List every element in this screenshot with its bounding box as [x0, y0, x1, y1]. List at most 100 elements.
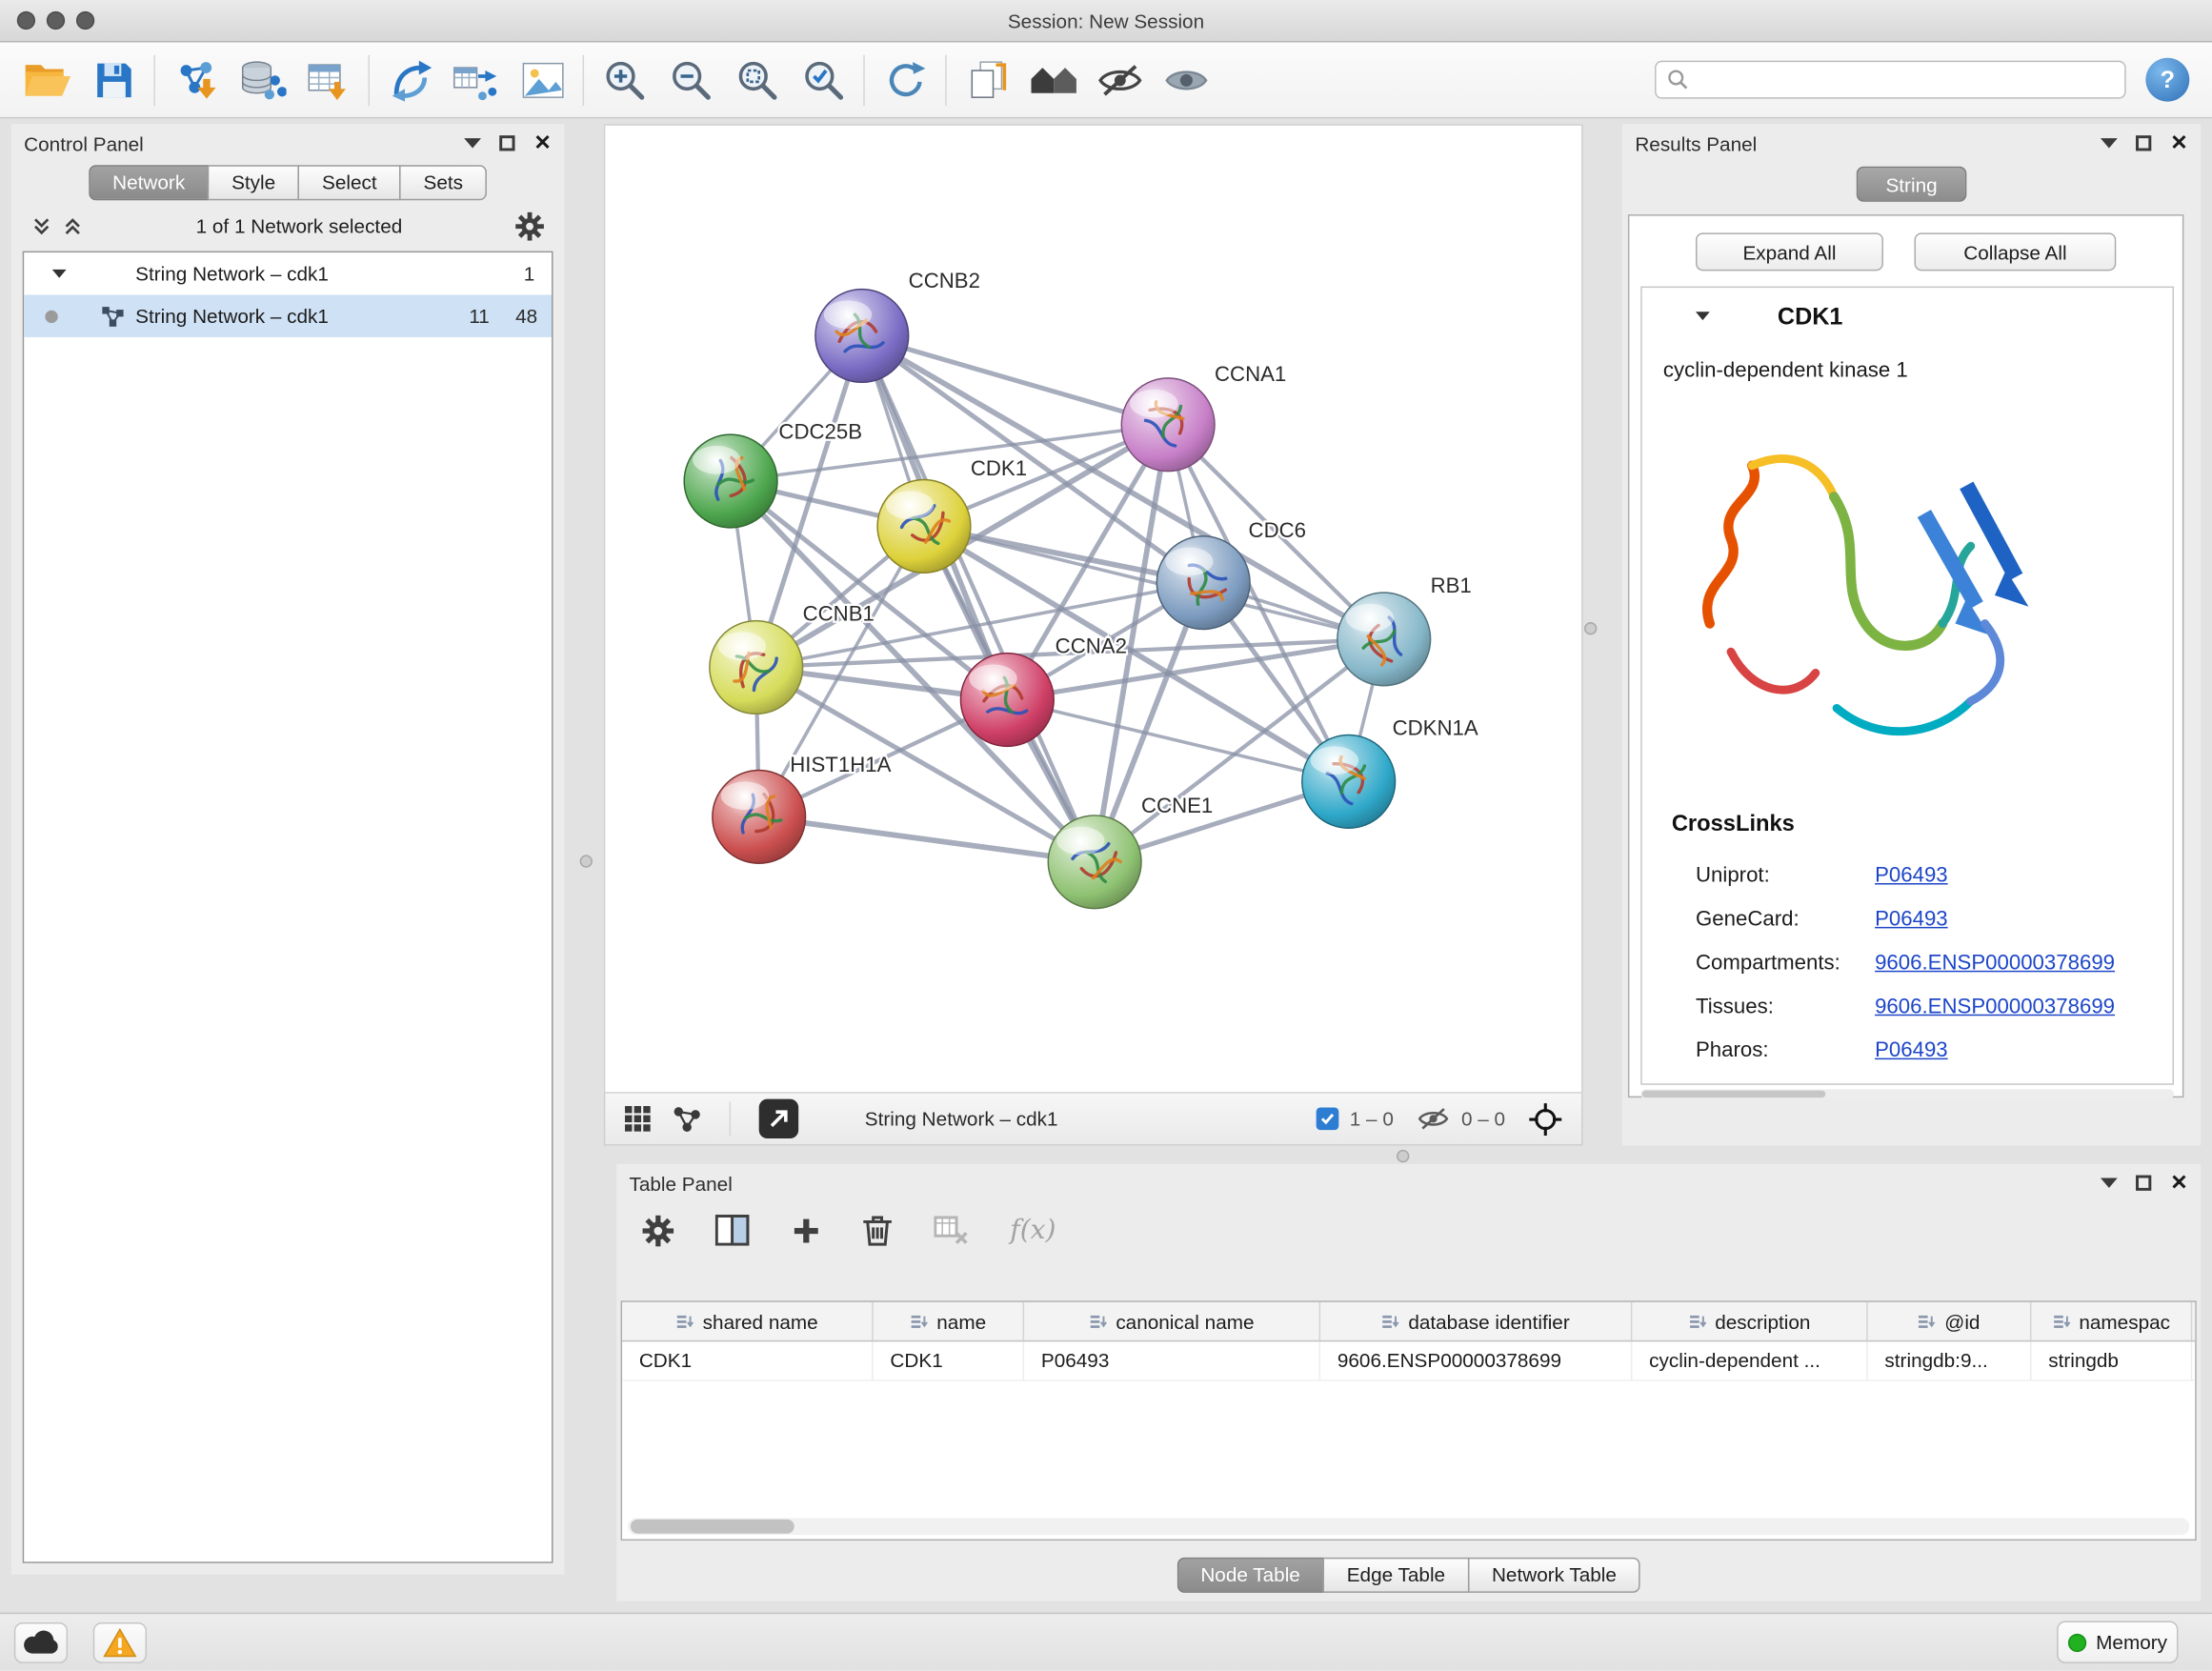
zoom-selected-button[interactable] [790, 49, 856, 111]
delete-row-icon[interactable] [862, 1214, 894, 1248]
expand-all-icon[interactable] [62, 215, 83, 236]
column-header-shared-name[interactable]: shared name [622, 1302, 874, 1340]
column-header-database-identifier[interactable]: database identifier [1320, 1302, 1632, 1340]
tab-select[interactable]: Select [298, 165, 401, 200]
panel-menu-icon[interactable] [2101, 1178, 2119, 1188]
node-CCNB1[interactable] [710, 621, 803, 715]
node-CCNA2[interactable] [960, 654, 1054, 747]
edge-CCNB2-CCNE1[interactable] [862, 335, 1095, 861]
search-input[interactable] [1697, 70, 2113, 91]
show-all-button[interactable] [1153, 49, 1219, 111]
edge-HIST1H1A-CCNE1[interactable] [759, 816, 1095, 861]
clone-network-button[interactable] [954, 49, 1020, 111]
close-panel-icon[interactable]: ✕ [2170, 132, 2188, 153]
birdseye-view-icon[interactable] [673, 1105, 701, 1132]
tab-network[interactable]: Network [89, 165, 209, 200]
selected-checkbox-icon[interactable] [1316, 1107, 1338, 1130]
minimize-window-button[interactable] [47, 11, 65, 30]
column-header--id[interactable]: @id [1868, 1302, 2032, 1340]
scrollbar-thumb[interactable] [631, 1520, 794, 1534]
node-CDC6[interactable] [1156, 536, 1250, 630]
gear-icon[interactable] [642, 1214, 674, 1246]
hide-selected-button[interactable] [1086, 49, 1153, 111]
create-column-icon[interactable] [715, 1215, 751, 1246]
gear-icon[interactable] [515, 211, 545, 240]
tab-sets[interactable]: Sets [399, 165, 487, 200]
crosslink-link[interactable]: P06493 [1875, 1038, 1948, 1062]
hidden-eye-icon[interactable] [1417, 1106, 1451, 1132]
tab-node-table[interactable]: Node Table [1176, 1558, 1324, 1593]
export-image-button[interactable] [510, 49, 576, 111]
add-row-icon[interactable] [792, 1216, 821, 1245]
edge-CCNB2-CCNA1[interactable] [862, 335, 1168, 424]
node-CCNA1[interactable] [1121, 378, 1215, 472]
table-cell[interactable]: 9606.ENSP00000378699 [1320, 1341, 1632, 1379]
grid-icon[interactable] [624, 1105, 653, 1134]
close-panel-icon[interactable]: ✕ [2170, 1173, 2188, 1194]
network-view[interactable]: CCNB2CCNA1CDC25BCDK1CDC6RB1CCNB1CCNA2CDK… [604, 124, 1583, 1093]
crosslink-link[interactable]: P06493 [1875, 863, 1948, 887]
import-network-from-file-button[interactable] [162, 49, 229, 111]
table-cell[interactable]: stringdb:9... [1868, 1341, 2032, 1379]
column-header-name[interactable]: name [874, 1302, 1024, 1340]
network-canvas[interactable]: CCNB2CCNA1CDC25BCDK1CDC6RB1CCNB1CCNA2CDK… [605, 126, 1581, 1092]
import-network-from-database-button[interactable] [229, 49, 295, 111]
table-row[interactable]: CDK1CDK1P064939606.ENSP00000378699cyclin… [622, 1341, 2195, 1380]
node-HIST1H1A[interactable] [713, 771, 806, 864]
collection-expand-caret-icon[interactable] [52, 270, 67, 278]
tab-edge-table[interactable]: Edge Table [1323, 1558, 1470, 1593]
tab-style[interactable]: Style [208, 165, 299, 200]
scrollbar-thumb[interactable] [1642, 1091, 1826, 1097]
float-panel-icon[interactable] [2137, 135, 2152, 151]
tab-string[interactable]: String [1857, 167, 1967, 202]
node-CCNB2[interactable] [815, 290, 909, 383]
zoom-out-button[interactable] [657, 49, 724, 111]
network-row[interactable]: String Network – cdk1 11 48 [24, 294, 552, 336]
zoom-fit-button[interactable] [724, 49, 791, 111]
float-panel-icon[interactable] [2137, 1176, 2152, 1191]
node-CCNE1[interactable] [1048, 815, 1141, 909]
crosslink-link[interactable]: 9606.ENSP00000378699 [1875, 995, 2115, 1018]
open-in-window-button[interactable] [759, 1099, 798, 1138]
right-splitter-handle[interactable] [1584, 622, 1597, 634]
open-session-button[interactable] [14, 49, 81, 111]
save-session-button[interactable] [80, 49, 147, 111]
cloud-status-button[interactable] [14, 1621, 68, 1662]
node-CDC25B[interactable] [684, 434, 777, 528]
memory-button[interactable]: Memory [2057, 1621, 2178, 1663]
network-collection-row[interactable]: String Network – cdk1 1 [24, 252, 552, 294]
node-CDKN1A[interactable] [1302, 735, 1396, 829]
panel-menu-icon[interactable] [465, 138, 482, 148]
node-CDK1[interactable] [877, 479, 971, 573]
warnings-button[interactable] [93, 1621, 147, 1662]
crosshair-icon[interactable] [1528, 1101, 1563, 1137]
refresh-view-button[interactable] [872, 49, 938, 111]
table-cell[interactable]: cyclin-dependent ... [1632, 1341, 1867, 1379]
column-header-namespac[interactable]: namespac [2031, 1302, 2192, 1340]
function-builder-button[interactable]: f(x) [1010, 1215, 1056, 1246]
column-header-canonical-name[interactable]: canonical name [1024, 1302, 1320, 1340]
delete-table-icon[interactable] [934, 1217, 969, 1245]
collapse-all-button[interactable]: Collapse All [1915, 232, 2117, 271]
import-table-from-file-button[interactable] [294, 49, 361, 111]
entry-collapse-caret-icon[interactable] [1696, 312, 1710, 320]
table-cell[interactable]: P06493 [1024, 1341, 1320, 1379]
table-cell[interactable]: stringdb [2031, 1341, 2192, 1379]
crosslink-link[interactable]: 9606.ENSP00000378699 [1875, 951, 2115, 975]
node-entry-header[interactable]: CDK1 [1642, 288, 2173, 347]
zoom-in-button[interactable] [591, 49, 657, 111]
crosslink-link[interactable]: P06493 [1875, 907, 1948, 931]
graphics-details-button[interactable] [1020, 49, 1087, 111]
table-cell[interactable]: CDK1 [622, 1341, 874, 1379]
new-network-from-selection-button[interactable] [376, 49, 443, 111]
panel-menu-icon[interactable] [2101, 138, 2119, 148]
node-RB1[interactable] [1337, 593, 1431, 686]
float-panel-icon[interactable] [500, 135, 515, 151]
tab-network-table[interactable]: Network Table [1468, 1558, 1640, 1593]
zoom-window-button[interactable] [76, 11, 94, 30]
help-button[interactable]: ? [2145, 58, 2189, 102]
expand-all-button[interactable]: Expand All [1696, 232, 1883, 271]
left-splitter-handle[interactable] [580, 855, 593, 867]
table-cell[interactable]: CDK1 [874, 1341, 1024, 1379]
column-header-description[interactable]: description [1632, 1302, 1867, 1340]
